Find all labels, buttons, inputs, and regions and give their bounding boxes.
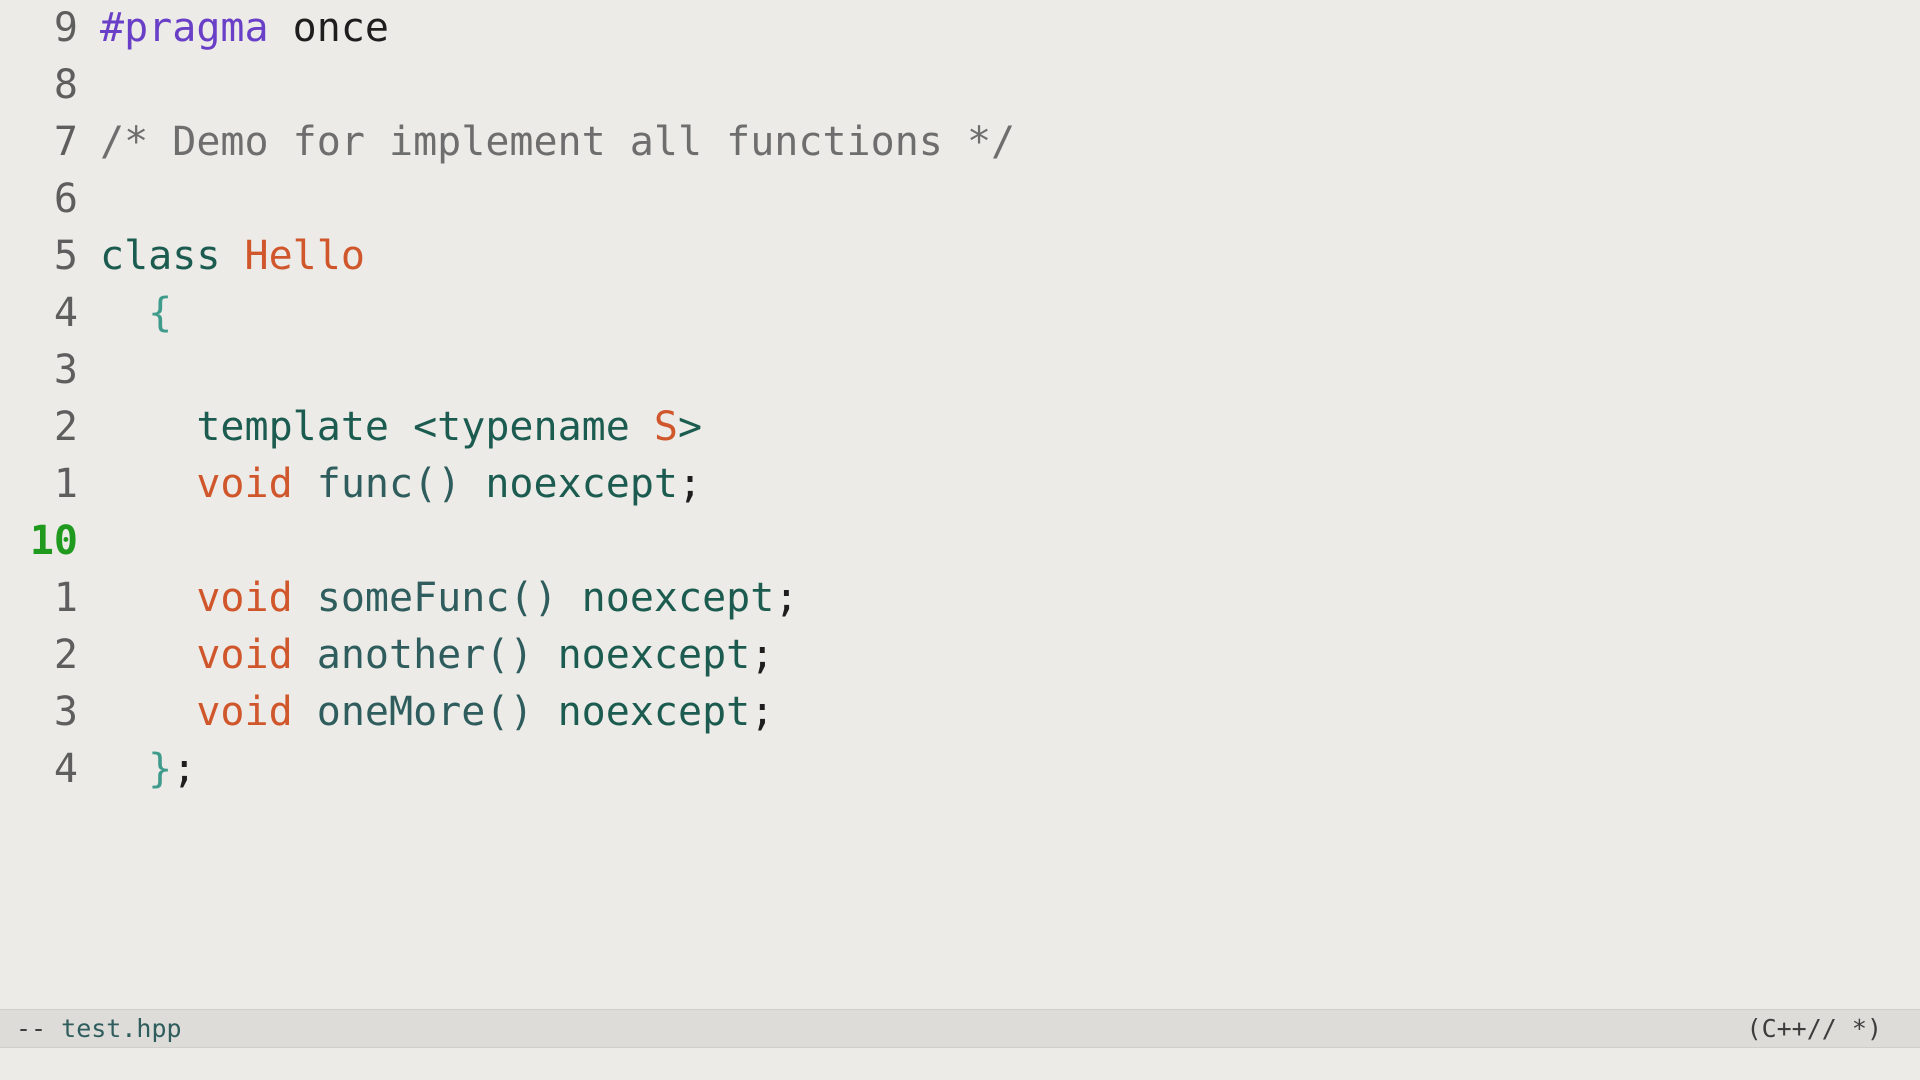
line-number: 9 [53,5,78,51]
code-text: template <typename S> [100,399,702,456]
code-token-fn: someFunc() [316,575,582,621]
code-token-brace: } [148,746,173,792]
code-token-fn: func() [316,461,486,507]
code-line[interactable]: 2 void another() noexcept; [0,627,1920,684]
code-text: class Hello [100,228,365,285]
code-token-fn: oneMore() [316,689,558,735]
code-token-brace: { [148,290,173,336]
code-text: void func() noexcept; [100,456,702,513]
line-number: 2 [53,404,78,450]
line-number: 4 [53,290,78,336]
code-line-current[interactable]: 10 [0,513,1920,570]
code-token-punct: ; [677,461,703,507]
line-number: 2 [53,632,78,678]
line-number: 1 [53,575,78,621]
code-token-type: Hello [244,233,365,279]
buffer-filename[interactable]: test.hpp [61,1014,181,1043]
code-token-fn: another() [316,632,558,678]
code-token-kw: noexcept [557,689,751,735]
code-token-kw: noexcept [485,461,678,507]
code-text: { [100,285,172,342]
code-line[interactable]: 8 [0,57,1920,114]
code-text: }; [100,741,196,798]
current-line-number: 10 [29,518,78,564]
code-token-type: void [100,461,317,507]
code-text: void another() noexcept; [100,627,774,684]
code-line[interactable]: 3 [0,342,1920,399]
line-number: 7 [53,119,78,165]
code-token-punct: ; [774,575,799,621]
code-token-plain: once [268,5,389,51]
code-token-type: void [100,575,317,621]
line-number: 6 [53,176,78,222]
line-number: 3 [53,347,78,393]
code-token-type: void [100,632,317,678]
code-token-kw: noexcept [581,575,775,621]
major-mode-indicator[interactable]: (C++// *) [1747,1010,1882,1047]
line-number: 3 [53,689,78,735]
code-text: /* Demo for implement all functions */ [100,114,1015,171]
code-text: void oneMore() noexcept; [100,684,774,741]
code-token-type: void [100,689,317,735]
code-line[interactable]: 3 void oneMore() noexcept; [0,684,1920,741]
code-token-preproc: #pragma [100,5,269,51]
code-token-kw: <typename [413,404,654,450]
code-token-kw: template [100,404,414,450]
line-number: 4 [53,746,78,792]
code-token-punct: ; [750,632,775,678]
code-text: void someFunc() noexcept; [100,570,798,627]
code-line[interactable]: 4 { [0,285,1920,342]
code-editor[interactable]: 9 #pragma once 8 7 /* Demo for implement all… [0,0,1920,1008]
code-line[interactable]: 5 class Hello [0,228,1920,285]
line-number: 1 [53,461,78,507]
code-token-kw: noexcept [557,632,751,678]
mode-line-buffer: -- test.hpp [16,1010,182,1047]
code-line[interactable]: 1 void func() noexcept; [0,456,1920,513]
mode-line: -- test.hpp (C++// *) [0,1009,1920,1048]
code-token-kw: > [678,404,703,450]
code-token-punct: ; [172,746,197,792]
code-line[interactable]: 2 template <typename S> [0,399,1920,456]
line-number: 8 [53,62,78,108]
code-token-comment: /* Demo for implement all functions */ [100,119,1016,165]
code-token-type: S [653,404,678,450]
code-token-punct: ; [750,689,775,735]
code-line[interactable]: 6 [0,171,1920,228]
code-token-kw: class [100,233,245,279]
code-text: #pragma once [100,0,389,57]
code-line[interactable]: 9 #pragma once [0,0,1920,57]
code-line[interactable]: 7 /* Demo for implement all functions */ [0,114,1920,171]
code-line[interactable]: 1 void someFunc() noexcept; [0,570,1920,627]
code-line[interactable]: 4 }; [0,741,1920,798]
mode-line-prefix: -- [16,1014,62,1043]
line-number: 5 [53,233,78,279]
